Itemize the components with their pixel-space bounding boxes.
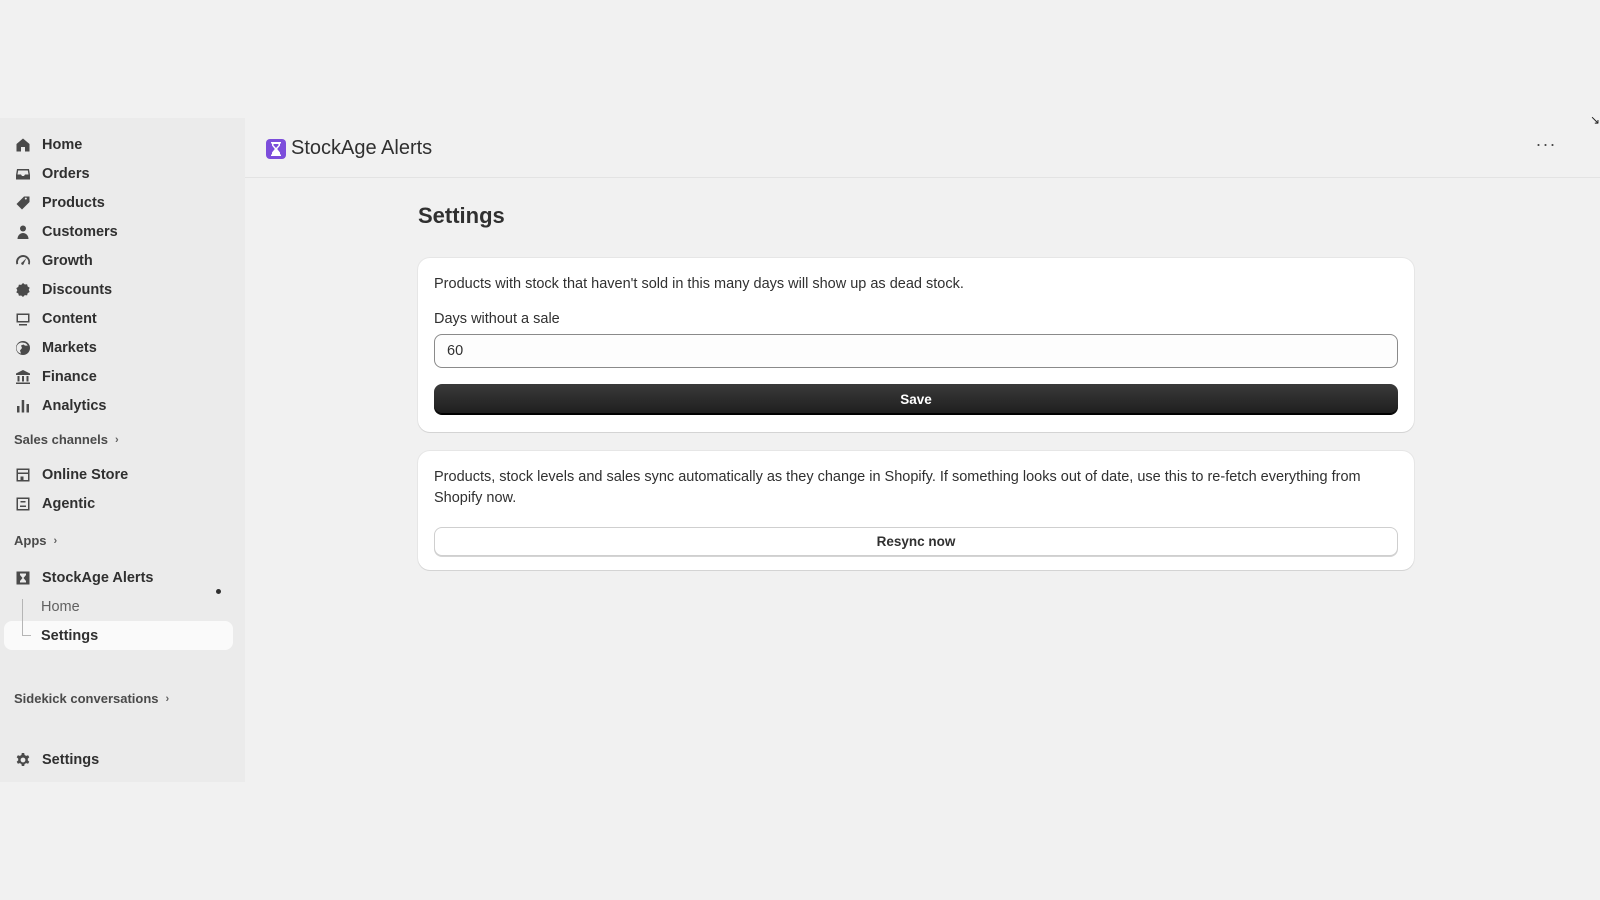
hourglass-icon: [266, 139, 286, 159]
sales-channels-label: Sales channels: [14, 432, 108, 447]
sidebar-item-growth[interactable]: Growth: [4, 246, 233, 275]
resync-now-button[interactable]: Resync now: [434, 527, 1398, 556]
sidebar-item-customers[interactable]: Customers: [4, 217, 233, 246]
chevron-right-icon: ›: [53, 534, 58, 547]
app-header: StockAge Alerts ···: [245, 118, 1600, 178]
more-actions-button[interactable]: ···: [1532, 135, 1560, 162]
sidebar-item-markets[interactable]: Markets: [4, 333, 233, 362]
sidebar-item-label: Agentic: [42, 495, 96, 512]
sidebar-item-label: Online Store: [42, 466, 129, 483]
globe-icon: [15, 340, 31, 356]
hourglass-icon: [15, 570, 31, 586]
home-icon: [15, 137, 31, 153]
sidebar-item-finance[interactable]: Finance: [4, 362, 233, 391]
apps-heading[interactable]: Apps ›: [14, 533, 57, 548]
bank-icon: [15, 369, 31, 385]
sidebar-item-home[interactable]: Home: [4, 130, 233, 159]
sidebar-item-label: Finance: [42, 368, 97, 385]
days-without-sale-input[interactable]: [434, 334, 1398, 368]
gauge-icon: [15, 253, 31, 269]
sidebar-item-analytics[interactable]: Analytics: [4, 391, 233, 420]
sidebar-item-discounts[interactable]: Discounts: [4, 275, 233, 304]
dead-stock-description: Products with stock that haven't sold in…: [434, 276, 964, 292]
bar-chart-icon: [15, 398, 31, 414]
sidekick-conversations-heading[interactable]: Sidekick conversations ›: [14, 691, 169, 706]
resync-description: Products, stock levels and sales sync au…: [434, 469, 1361, 506]
sidebar-item-online-store[interactable]: Online Store: [4, 460, 233, 489]
sales-channels-heading[interactable]: Sales channels ›: [14, 432, 119, 447]
sidebar-item-label: Customers: [42, 223, 118, 240]
sidebar-item-label: Analytics: [42, 397, 107, 414]
apps-label: Apps: [14, 533, 47, 548]
days-without-sale-label: Days without a sale: [434, 311, 560, 327]
store-icon: [15, 467, 31, 483]
tag-icon: [15, 195, 31, 211]
sidebar-item-content[interactable]: Content: [4, 304, 233, 333]
dead-stock-settings-card: Products with stock that haven't sold in…: [418, 258, 1414, 432]
app-title: StockAge Alerts: [291, 137, 433, 159]
discount-icon: [15, 282, 31, 298]
sidebar-item-label: Markets: [42, 339, 97, 356]
resync-card: Products, stock levels and sales sync au…: [418, 451, 1414, 570]
sidebar-item-orders[interactable]: Orders: [4, 159, 233, 188]
tree-line: [22, 599, 23, 635]
sidebar-subitem-label: Home: [41, 598, 80, 615]
sidebar: Home Orders Products Customers Growth Di…: [0, 118, 245, 782]
sidebar-item-stockage-alerts[interactable]: StockAge Alerts: [4, 563, 233, 592]
inbox-icon: [15, 166, 31, 182]
page-title: Settings: [418, 203, 505, 228]
sidebar-item-label: Growth: [42, 252, 93, 269]
sidekick-conversations-label: Sidekick conversations: [14, 691, 159, 706]
chevron-right-icon: ›: [165, 692, 170, 705]
sidebar-item-settings[interactable]: Settings: [4, 745, 233, 774]
sidebar-item-products[interactable]: Products: [4, 188, 233, 217]
gear-icon: [15, 752, 31, 768]
sidebar-item-agentic[interactable]: Agentic: [4, 489, 233, 518]
sidebar-item-label: Orders: [42, 165, 90, 182]
sidebar-subitem-settings[interactable]: Settings: [4, 621, 233, 650]
sidebar-item-label: StockAge Alerts: [42, 569, 154, 586]
save-button[interactable]: Save: [434, 384, 1398, 414]
sidebar-item-label: Content: [42, 310, 97, 327]
agentic-icon: [15, 496, 31, 512]
sidebar-subitem-home[interactable]: Home: [4, 592, 233, 621]
sidebar-item-label: Home: [42, 136, 83, 153]
sidebar-item-label: Products: [42, 194, 105, 211]
tree-branch: [22, 635, 31, 636]
sidebar-subitem-label: Settings: [41, 627, 99, 644]
sidebar-item-label: Discounts: [42, 281, 113, 298]
mouse-cursor-icon: ↘: [1590, 113, 1600, 127]
sidebar-item-label: Settings: [42, 751, 100, 768]
content-icon: [15, 311, 31, 327]
chevron-right-icon: ›: [114, 433, 119, 446]
person-icon: [15, 224, 31, 240]
